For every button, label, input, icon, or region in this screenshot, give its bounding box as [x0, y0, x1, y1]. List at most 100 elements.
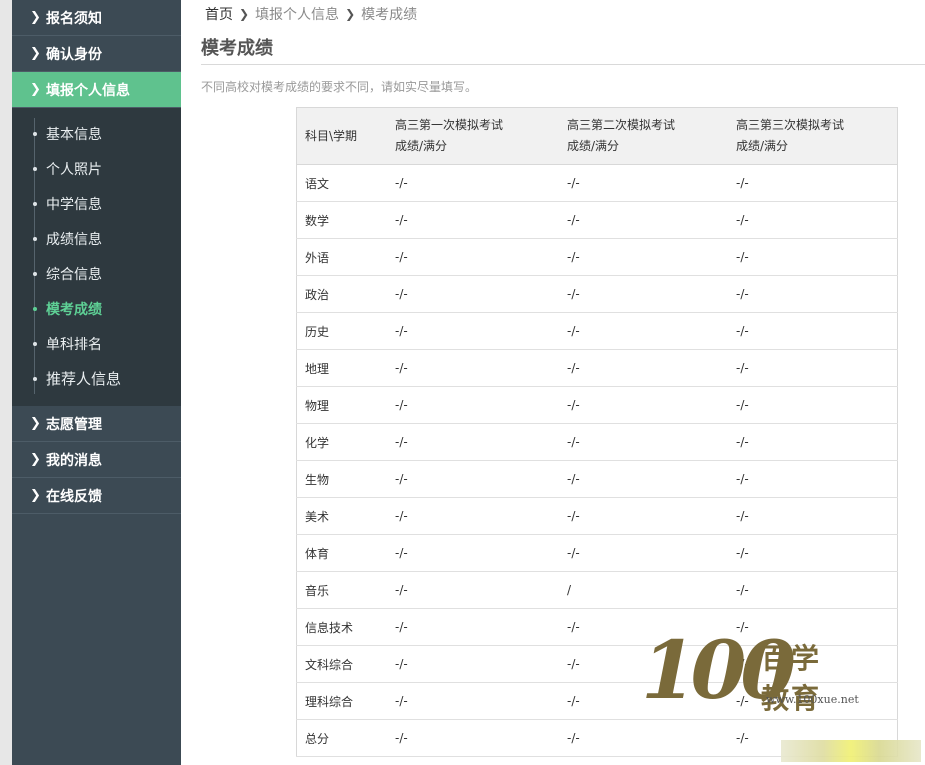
submenu-item-label: 基本信息 — [46, 126, 102, 143]
subject-cell: 外语 — [296, 238, 387, 276]
bullet-dot — [33, 377, 37, 381]
score-cell: -/- — [728, 534, 898, 572]
sidebar-item-label: 填报个人信息 — [46, 82, 130, 99]
score-cell: -/- — [387, 497, 559, 535]
score-cell: -/- — [728, 312, 898, 350]
score-cell: -/- — [728, 423, 898, 461]
table-row: 外语 -/- -/- -/- — [296, 238, 898, 276]
score-cell: -/- — [559, 719, 728, 757]
subject-cell: 信息技术 — [296, 608, 387, 646]
breadcrumb: 首页 ❯ 填报个人信息 ❯ 模考成绩 — [205, 4, 417, 24]
subject-cell: 政治 — [296, 275, 387, 313]
sidebar-item-label: 我的消息 — [46, 452, 102, 469]
score-cell: -/- — [728, 275, 898, 313]
subject-cell: 化学 — [296, 423, 387, 461]
score-cell: -/- — [387, 534, 559, 572]
sidebar: ❯ 报名须知 ❯ 确认身份 ❯ 填报个人信息 基本信息 个人照片 中学信息 成绩… — [12, 0, 181, 765]
subject-cell: 美术 — [296, 497, 387, 535]
header-line: 科目\学期 — [305, 128, 358, 143]
table-row: 历史 -/- -/- -/- — [296, 312, 898, 350]
table-row: 政治 -/- -/- -/- — [296, 275, 898, 313]
score-cell: -/- — [728, 571, 898, 609]
score-cell: -/- — [387, 571, 559, 609]
sidebar-item-online-feedback[interactable]: ❯ 在线反馈 — [12, 478, 181, 514]
score-cell: -/- — [559, 238, 728, 276]
header-line: 高三第一次模拟考试 — [395, 118, 504, 132]
submenu-item-general-info[interactable]: 综合信息 — [12, 256, 181, 291]
header-subject-term: 科目\学期 — [296, 107, 387, 165]
score-cell: -/- — [728, 201, 898, 239]
subject-cell: 数学 — [296, 201, 387, 239]
subject-cell: 音乐 — [296, 571, 387, 609]
subject-cell: 总分 — [296, 719, 387, 757]
score-cell: -/- — [387, 201, 559, 239]
score-cell: -/- — [559, 275, 728, 313]
score-cell: / — [559, 571, 728, 609]
sidebar-item-registration-notice[interactable]: ❯ 报名须知 — [12, 0, 181, 36]
sidebar-item-personal-info[interactable]: ❯ 填报个人信息 — [12, 72, 181, 108]
submenu-item-referrer-info[interactable]: 推荐人信息 — [12, 361, 181, 396]
bullet-dot — [33, 132, 37, 136]
table-row: 生物 -/- -/- -/- — [296, 460, 898, 498]
chevron-right-icon: ❯ — [30, 10, 41, 25]
submenu-item-photo[interactable]: 个人照片 — [12, 151, 181, 186]
submenu-item-label: 单科排名 — [46, 336, 102, 353]
submenu-item-mock-exam-scores[interactable]: 模考成绩 — [12, 291, 181, 326]
score-cell: -/- — [387, 682, 559, 720]
score-cell: -/- — [559, 682, 728, 720]
score-cell: -/- — [728, 460, 898, 498]
score-cell: -/- — [387, 349, 559, 387]
chevron-right-icon: ❯ — [239, 7, 250, 21]
chevron-right-icon: ❯ — [345, 7, 356, 21]
table-row: 数学 -/- -/- -/- — [296, 201, 898, 239]
breadcrumb-level1-link[interactable]: 填报个人信息 — [255, 4, 339, 24]
breadcrumb-current: 模考成绩 — [361, 7, 418, 23]
table-row: 美术 -/- -/- -/- — [296, 497, 898, 535]
submenu-item-label: 成绩信息 — [46, 231, 102, 248]
score-cell: -/- — [559, 386, 728, 424]
subject-cell: 理科综合 — [296, 682, 387, 720]
instruction-note: 不同高校对模考成绩的要求不同，请如实尽量填写。 — [201, 80, 478, 94]
score-cell: -/- — [559, 164, 728, 202]
score-cell: -/- — [559, 312, 728, 350]
title-divider — [201, 64, 925, 65]
chevron-right-icon: ❯ — [30, 488, 41, 503]
submenu-item-basic-info[interactable]: 基本信息 — [12, 116, 181, 151]
bullet-dot — [33, 237, 37, 241]
score-cell: -/- — [387, 423, 559, 461]
score-cell: -/- — [559, 497, 728, 535]
submenu-item-school-info[interactable]: 中学信息 — [12, 186, 181, 221]
score-cell: -/- — [387, 164, 559, 202]
bullet-dot — [33, 272, 37, 276]
score-cell: -/- — [387, 460, 559, 498]
header-subline: 成绩/满分 — [567, 139, 620, 153]
table-header-row: 科目\学期 高三第一次模拟考试 成绩/满分 高三第二次模拟考试 成绩/满分 高三… — [296, 107, 898, 165]
score-cell: -/- — [559, 460, 728, 498]
subject-cell: 地理 — [296, 349, 387, 387]
sidebar-item-my-messages[interactable]: ❯ 我的消息 — [12, 442, 181, 478]
bullet-dot — [33, 167, 37, 171]
sidebar-item-application-management[interactable]: ❯ 志愿管理 — [12, 406, 181, 442]
score-cell: -/- — [387, 238, 559, 276]
breadcrumb-home-link[interactable]: 首页 — [205, 4, 233, 24]
table-row: 理科综合 -/- -/- -/- — [296, 682, 898, 720]
score-cell: -/- — [387, 719, 559, 757]
sidebar-item-label: 志愿管理 — [46, 416, 102, 433]
submenu-item-grades-info[interactable]: 成绩信息 — [12, 221, 181, 256]
header-subline: 成绩/满分 — [395, 139, 448, 153]
score-cell: -/- — [559, 645, 728, 683]
chevron-right-icon: ❯ — [30, 452, 41, 467]
submenu-item-label: 推荐人信息 — [46, 370, 122, 388]
score-cell: -/- — [728, 682, 898, 720]
sidebar-item-confirm-identity[interactable]: ❯ 确认身份 — [12, 36, 181, 72]
submenu-item-subject-ranking[interactable]: 单科排名 — [12, 326, 181, 361]
chevron-right-icon: ❯ — [30, 46, 41, 61]
score-cell: -/- — [728, 645, 898, 683]
subject-cell: 生物 — [296, 460, 387, 498]
score-cell: -/- — [728, 238, 898, 276]
page-title: 模考成绩 — [201, 38, 273, 59]
score-cell: -/- — [728, 349, 898, 387]
score-cell: -/- — [728, 497, 898, 535]
header-line: 高三第二次模拟考试 — [567, 118, 676, 132]
score-cell: -/- — [559, 608, 728, 646]
